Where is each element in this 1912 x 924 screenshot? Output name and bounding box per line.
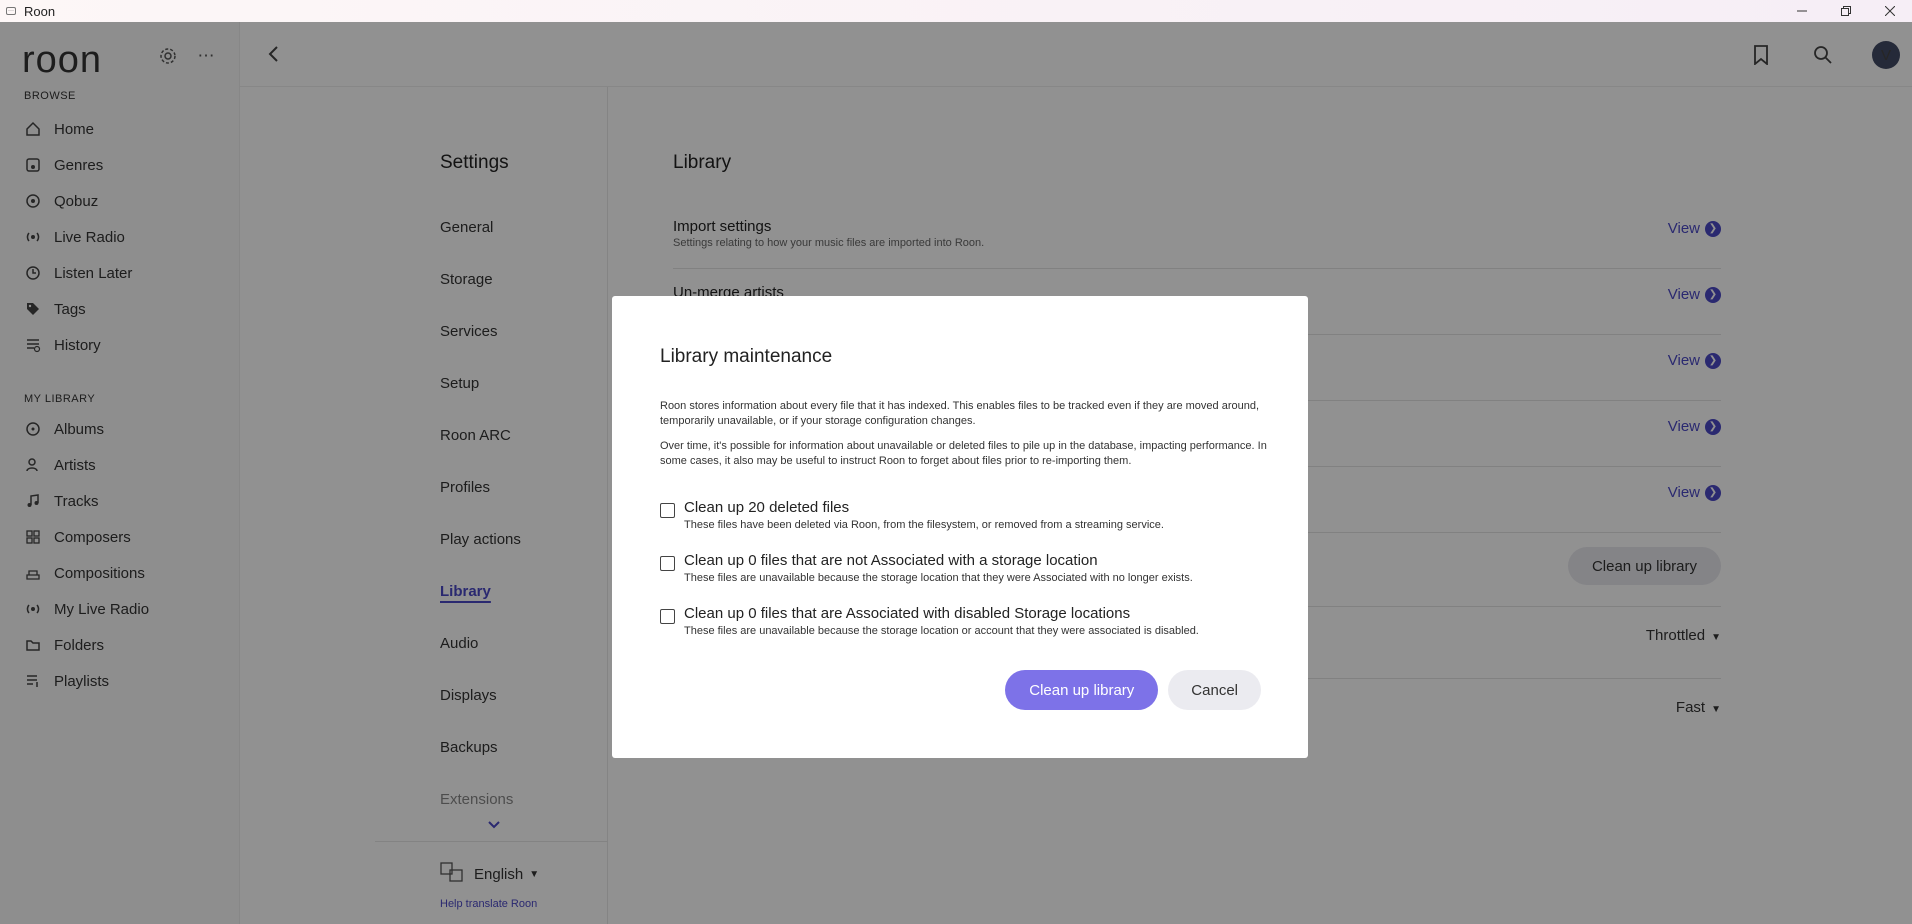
option-title: Clean up 0 files that are Associated wit… (684, 605, 1131, 622)
dialog-paragraph-1: Roon stores information about every file… (660, 400, 1260, 427)
option-title: Clean up 20 deleted files (684, 499, 850, 516)
option-subtitle: These files have been deleted via Roon, … (684, 519, 1164, 531)
window-title: Roon (24, 3, 56, 19)
option-disabled-locations: Clean up 0 files that are Associated wit… (660, 605, 1270, 645)
app-icon: ··· (6, 7, 16, 15)
deleted-files-checkbox[interactable] (660, 503, 675, 518)
disabled-locations-checkbox[interactable] (660, 609, 675, 624)
option-unassociated-files: Clean up 0 files that are not Associated… (660, 552, 1270, 592)
library-maintenance-dialog: Library maintenance Roon stores informat… (612, 296, 1308, 758)
unassociated-files-checkbox[interactable] (660, 556, 675, 571)
restore-icon[interactable] (1824, 0, 1868, 22)
option-title: Clean up 0 files that are not Associated… (684, 552, 1098, 569)
close-icon[interactable] (1868, 0, 1912, 22)
minimize-icon[interactable] (1780, 0, 1824, 22)
option-deleted-files: Clean up 20 deleted files These files ha… (660, 499, 1270, 539)
option-subtitle: These files are unavailable because the … (684, 572, 1193, 584)
window-controls (1780, 0, 1912, 22)
dialog-title: Library maintenance (660, 346, 833, 367)
title-bar: ··· Roon (0, 0, 1912, 22)
clean-up-library-button[interactable]: Clean up library (1005, 670, 1159, 710)
dialog-paragraph-2: Over time, it's possible for information… (660, 440, 1267, 467)
option-subtitle: These files are unavailable because the … (684, 625, 1199, 637)
cancel-button[interactable]: Cancel (1168, 670, 1261, 710)
